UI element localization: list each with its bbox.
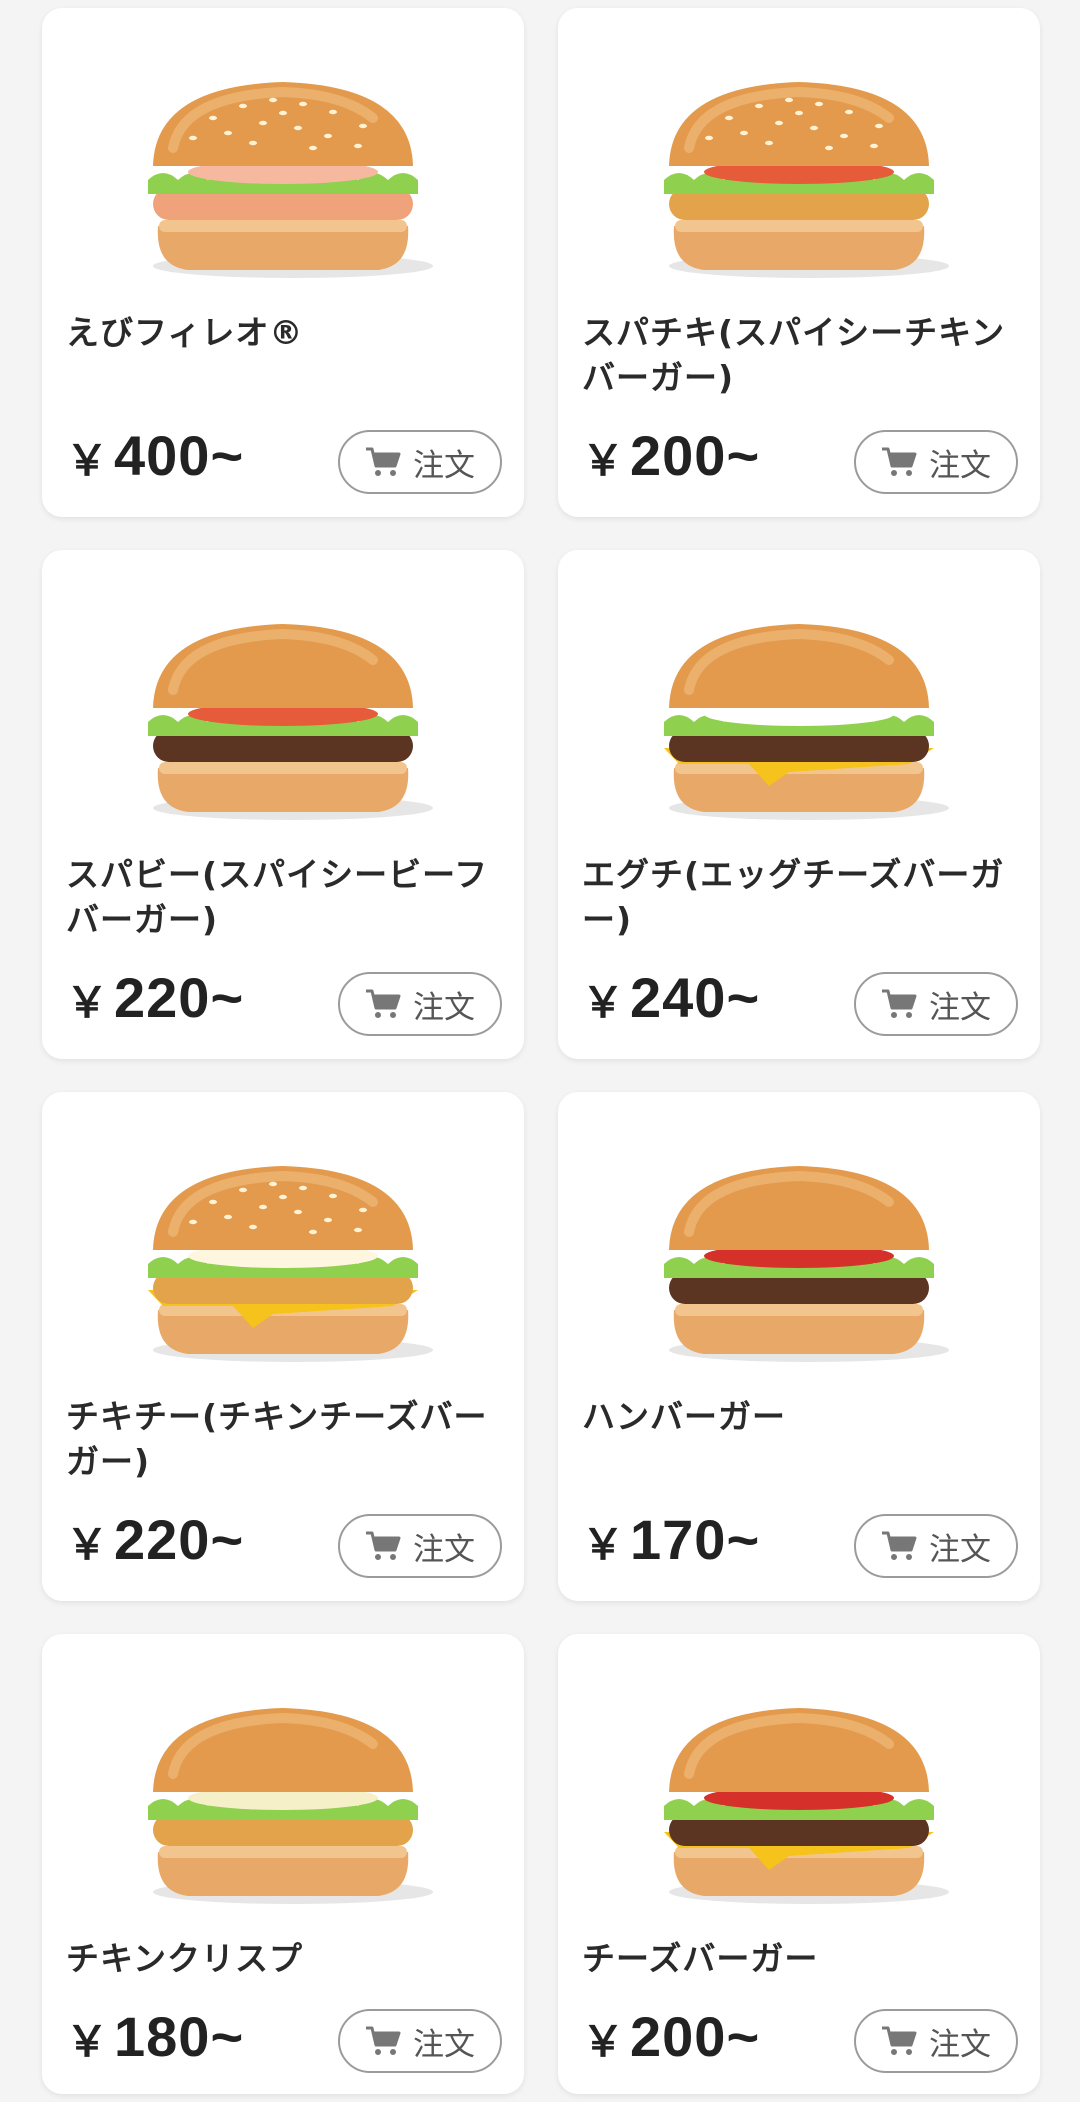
cart-icon: [366, 2026, 401, 2055]
order-label: 注文: [929, 1531, 991, 1568]
product-name: スパビー(スパイシービーフバーガー): [66, 855, 489, 939]
cart-icon: [882, 447, 917, 476]
price-amount: 180~: [114, 2005, 245, 2068]
currency-symbol: ￥: [582, 1521, 625, 1568]
product-name: えびフィレオ®: [66, 313, 304, 352]
product-name: スパチキ(スパイシーチキンバーガー): [582, 313, 1006, 397]
order-label: 注文: [413, 447, 475, 484]
chicken-cheese-burger-image: [42, 1092, 524, 1382]
product-card[interactable]: スパチキ(スパイシーチキンバーガー) ￥ 200~ 注文: [558, 8, 1040, 517]
product-name: チキンクリスプ: [66, 1939, 304, 1978]
product-card[interactable]: チーズバーガー ￥ 200~ 注文: [558, 1634, 1040, 2094]
product-name: チーズバーガー: [582, 1939, 819, 1978]
product-grid: えびフィレオ® ￥ 400~ 注文 スパチキ(スパイシーチキンバーガー) ￥ 200~ 注文ス…: [42, 8, 1040, 2094]
product-price: ￥ 400~: [66, 423, 244, 488]
spicy-beef-burger-image: [42, 550, 524, 840]
product-card[interactable]: スパビー(スパイシービーフバーガー) ￥ 220~ 注文: [42, 550, 524, 1059]
product-price: ￥ 240~: [582, 965, 760, 1030]
order-button[interactable]: 注文: [338, 1514, 502, 1578]
price-amount: 220~: [114, 1508, 245, 1571]
cart-icon: [882, 989, 917, 1018]
order-label: 注文: [413, 989, 475, 1026]
currency-symbol: ￥: [66, 1521, 109, 1568]
order-label: 注文: [929, 447, 991, 484]
currency-symbol: ￥: [66, 979, 109, 1026]
product-price: ￥ 200~: [582, 2004, 760, 2069]
price-amount: 200~: [630, 424, 761, 487]
cart-icon: [882, 1531, 917, 1560]
price-amount: 170~: [630, 1508, 761, 1571]
order-button[interactable]: 注文: [338, 430, 502, 494]
cheeseburger-image: [558, 1634, 1040, 1924]
product-card[interactable]: えびフィレオ® ￥ 400~ 注文: [42, 8, 524, 517]
product-card[interactable]: チキンクリスプ ￥ 180~ 注文: [42, 1634, 524, 2094]
product-price: ￥ 220~: [66, 965, 244, 1030]
product-price: ￥ 170~: [582, 1507, 760, 1572]
product-price: ￥ 180~: [66, 2004, 244, 2069]
currency-symbol: ￥: [582, 437, 625, 484]
cart-icon: [366, 447, 401, 476]
currency-symbol: ￥: [582, 979, 625, 1026]
cart-icon: [366, 1531, 401, 1560]
price-amount: 240~: [630, 966, 761, 1029]
order-label: 注文: [929, 989, 991, 1026]
product-name: ハンバーガー: [582, 1397, 786, 1436]
product-card[interactable]: エグチ(エッグチーズバーガー) ￥ 240~ 注文: [558, 550, 1040, 1059]
order-button[interactable]: 注文: [854, 972, 1018, 1036]
order-label: 注文: [929, 2026, 991, 2063]
cart-icon: [366, 989, 401, 1018]
product-name: チキチー(チキンチーズバーガー): [66, 1397, 488, 1481]
order-button[interactable]: 注文: [338, 2009, 502, 2073]
spicy-chicken-burger-image: [558, 8, 1040, 298]
order-button[interactable]: 注文: [854, 430, 1018, 494]
egg-cheese-burger-image: [558, 550, 1040, 840]
product-card[interactable]: ハンバーガー ￥ 170~ 注文: [558, 1092, 1040, 1601]
product-price: ￥ 220~: [66, 1507, 244, 1572]
order-button[interactable]: 注文: [854, 2009, 1018, 2073]
order-label: 注文: [413, 1531, 475, 1568]
price-amount: 220~: [114, 966, 245, 1029]
currency-symbol: ￥: [66, 2018, 109, 2065]
currency-symbol: ￥: [66, 437, 109, 484]
product-name: エグチ(エッグチーズバーガー): [582, 855, 1005, 939]
order-button[interactable]: 注文: [338, 972, 502, 1036]
price-amount: 400~: [114, 424, 245, 487]
chicken-crisp-burger-image: [42, 1634, 524, 1924]
hamburger-image: [558, 1092, 1040, 1382]
cart-icon: [882, 2026, 917, 2055]
ebi-filet-burger-image: [42, 8, 524, 298]
price-amount: 200~: [630, 2005, 761, 2068]
order-label: 注文: [413, 2026, 475, 2063]
currency-symbol: ￥: [582, 2018, 625, 2065]
order-button[interactable]: 注文: [854, 1514, 1018, 1578]
product-card[interactable]: チキチー(チキンチーズバーガー) ￥ 220~ 注文: [42, 1092, 524, 1601]
product-price: ￥ 200~: [582, 423, 760, 488]
